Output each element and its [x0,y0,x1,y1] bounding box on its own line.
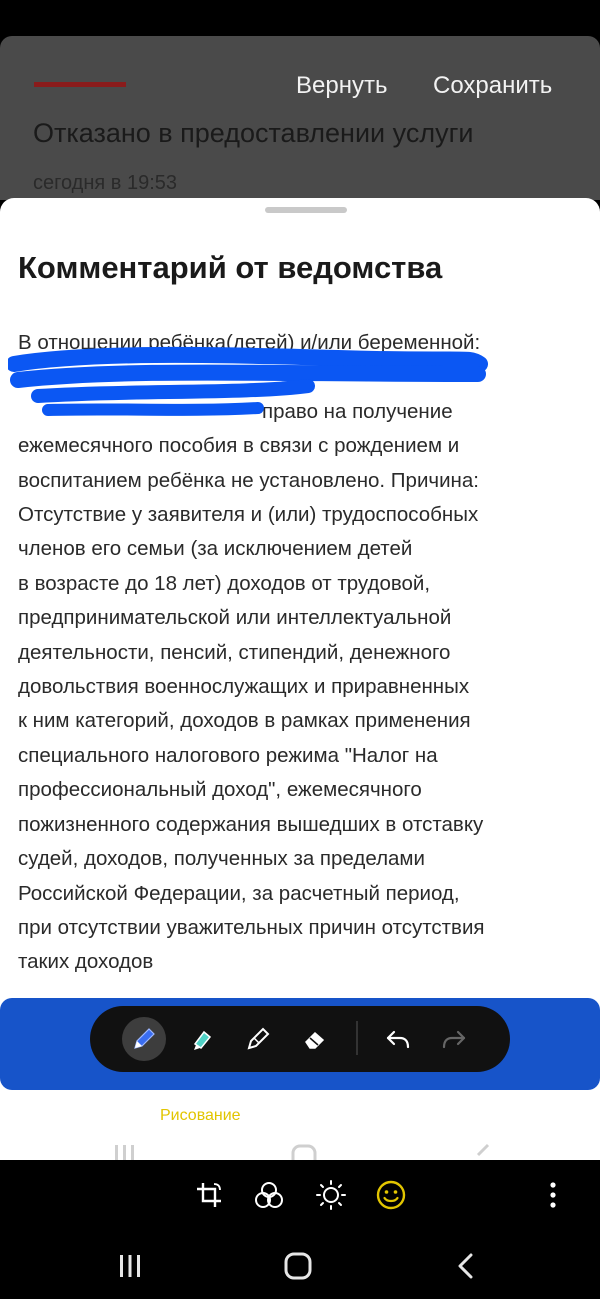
drawing-mode-label: Рисование [160,1107,241,1124]
comment-line: воспитанием ребёнка не установлено. Прич… [18,468,479,492]
sheet-title: Комментарий от ведомства [18,250,443,285]
comment-line: Отсутствие у заявителя и (или) трудоспос… [18,503,479,527]
save-button[interactable]: Сохранить [433,72,552,100]
highlighter-icon[interactable] [180,1017,224,1061]
comment-line: при отсутствии уважительных причин отсут… [18,915,485,939]
undo-icon[interactable] [376,1017,420,1061]
home-icon[interactable] [280,1248,316,1284]
eraser-icon[interactable] [292,1017,336,1061]
more-options-icon[interactable] [536,1178,570,1212]
ghost-home-icon [291,1144,317,1161]
recent-apps-icon[interactable] [112,1248,148,1284]
sticker-icon[interactable] [374,1178,408,1212]
comment-line: таких доходов [18,950,154,974]
comment-line: деятельности, пенсий, стипендий, денежно… [18,640,451,664]
comment-line: судей, доходов, полученных за пределами [18,847,425,871]
pencil-icon[interactable] [236,1017,280,1061]
undo-button[interactable]: Вернуть [296,72,387,100]
status-time: сегодня в 19:53 [33,172,177,194]
pen-icon[interactable] [122,1017,166,1061]
comment-line: в возрасте до 18 лет) доходов от трудово… [18,571,431,595]
toolbar-divider [356,1021,358,1055]
comment-line: профессиональный доход", ежемесячного [18,778,422,802]
ghost-back-icon [476,1143,490,1157]
brightness-icon[interactable] [314,1178,348,1212]
ghost-recent-icon [115,1145,134,1161]
comment-line: предпринимательской или интеллектуальной [18,606,452,630]
comment-line: членов его семьи (за исключением детей [18,537,413,561]
redo-icon[interactable] [432,1017,476,1061]
status-title: Отказано в предоставлении услуги [33,118,474,148]
back-icon[interactable] [448,1248,484,1284]
comment-line: пожизненного содержания вышедших в отста… [18,812,484,836]
comment-line: Российской Федерации, за расчетный перио… [18,881,460,905]
redaction-scribble [8,346,488,416]
crop-rotate-icon[interactable] [192,1178,226,1212]
sheet-drag-handle[interactable] [265,207,347,213]
accent-line [34,82,126,87]
comment-line: к ним категорий, доходов в рамках примен… [18,709,471,733]
comment-line: ежемесячного пособия в связи с рождением… [18,434,460,458]
screen: Вернуть Сохранить Отказано в предоставле… [0,0,600,1299]
comment-line: довольствия военнослужащих и приравненны… [18,675,470,699]
comment-line: специального налогового режима "Налог на [18,743,438,767]
filters-icon[interactable] [252,1178,286,1212]
editor-toolbar [0,1160,600,1230]
